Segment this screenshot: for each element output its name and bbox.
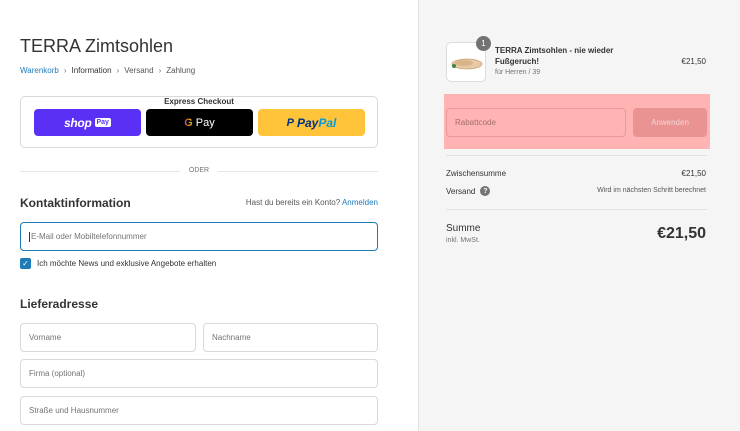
quantity-badge: 1 [476, 36, 491, 51]
discount-code-input[interactable]: Rabattcode [446, 108, 626, 137]
breadcrumb-cart[interactable]: Warenkorb [20, 66, 59, 75]
google-g-icon: G [184, 116, 193, 129]
paypal-logo-part1: Pay [296, 115, 319, 130]
or-divider: ODER [20, 166, 378, 176]
shipping-value: Wird im nächsten Schritt berechnet [597, 187, 706, 194]
street-field[interactable]: Straße und Hausnummer [20, 396, 378, 425]
google-pay-button[interactable]: G Pay [146, 109, 253, 136]
tax-note: inkl. MwSt. [446, 237, 480, 244]
express-checkout: Express Checkout shop Pay G Pay P Pay Pal [20, 96, 378, 148]
account-prompt: Hast du bereits ein Konto? Anmelden [245, 198, 378, 207]
breadcrumb-shipping: Versand [124, 66, 154, 75]
shop-pay-logo: shop [64, 115, 92, 130]
newsletter-row[interactable]: ✓ Ich möchte News und exklusive Angebote… [20, 258, 216, 269]
product-thumbnail: 1 [446, 36, 491, 82]
shipping-address-title: Lieferadresse [20, 297, 99, 311]
last-name-field[interactable]: Nachname [203, 323, 378, 352]
shop-pay-button[interactable]: shop Pay [34, 109, 141, 136]
chevron-right-icon: › [116, 66, 120, 75]
breadcrumb-payment: Zahlung [166, 66, 196, 75]
subtotal-label: Zwischensumme [446, 169, 507, 178]
divider [446, 155, 707, 156]
product-price: €21,50 [681, 57, 706, 66]
shipping-label: Versand ? [446, 186, 491, 196]
paypal-button[interactable]: P Pay Pal [258, 109, 365, 136]
apply-discount-button[interactable]: Anwenden [633, 108, 707, 137]
email-placeholder: E-Mail oder Mobiltelefonnummer [31, 232, 147, 241]
contact-title: Kontaktinformation [20, 196, 131, 210]
chevron-right-icon: › [63, 66, 67, 75]
company-field[interactable]: Firma (optional) [20, 359, 378, 388]
paypal-icon: P [286, 116, 294, 129]
breadcrumb: Warenkorb › Information › Versand › Zahl… [20, 66, 195, 75]
chevron-right-icon: › [158, 66, 162, 75]
email-field[interactable]: E-Mail oder Mobiltelefonnummer [20, 222, 378, 251]
product-variant: für Herren / 39 [495, 69, 541, 76]
checkout-main-panel: TERRA Zimtsohlen Warenkorb › Information… [0, 0, 418, 431]
express-checkout-label: Express Checkout [158, 97, 240, 106]
help-icon[interactable]: ? [480, 186, 491, 196]
subtotal-value: €21,50 [681, 169, 706, 178]
paypal-logo-part2: Pal [318, 115, 337, 130]
store-title: TERRA Zimtsohlen [20, 36, 174, 56]
total-label: Summe [446, 223, 481, 234]
first-name-field[interactable]: Vorname [20, 323, 196, 352]
divider [446, 209, 707, 210]
google-pay-label: Pay [195, 116, 215, 129]
shop-pay-badge: Pay [94, 118, 111, 127]
product-name: TERRA Zimtsohlen - nie wieder Fußgeruch! [495, 46, 614, 66]
newsletter-label: Ich möchte News und exklusive Angebote e… [37, 259, 217, 268]
total-value: €21,50 [657, 225, 706, 242]
breadcrumb-information: Information [71, 66, 112, 75]
newsletter-checkbox[interactable]: ✓ [20, 258, 31, 269]
text-cursor [29, 231, 30, 242]
login-link[interactable]: Anmelden [342, 198, 378, 207]
